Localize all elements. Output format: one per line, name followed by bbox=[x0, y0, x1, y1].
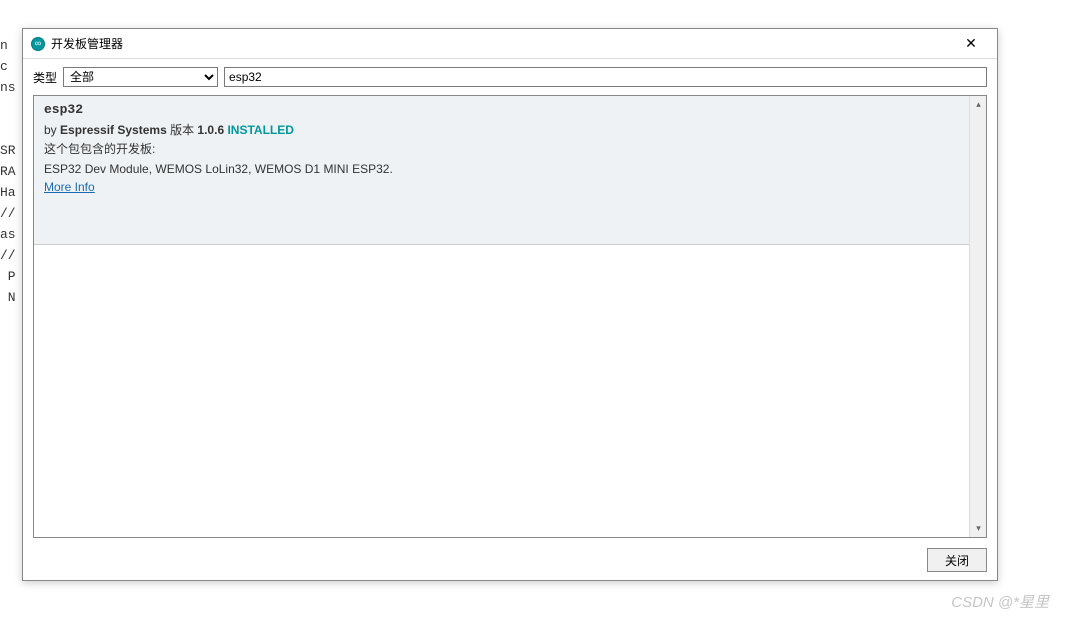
window-title: 开发板管理器 bbox=[51, 35, 951, 52]
search-input[interactable] bbox=[224, 67, 987, 87]
titlebar: 开发板管理器 ✕ bbox=[23, 29, 997, 59]
results-list: esp32 by Espressif Systems 版本 1.0.6 INST… bbox=[34, 96, 969, 537]
watermark: CSDN @*星里 bbox=[951, 591, 1049, 612]
board-byline: by Espressif Systems 版本 1.0.6 INSTALLED bbox=[44, 121, 959, 138]
boards-manager-dialog: 开发板管理器 ✕ 类型 全部 esp32 by Espressif System… bbox=[22, 28, 998, 581]
results-container: esp32 by Espressif Systems 版本 1.0.6 INST… bbox=[33, 95, 987, 538]
more-info-link[interactable]: More Info bbox=[44, 180, 95, 194]
type-select[interactable]: 全部 bbox=[63, 67, 218, 87]
board-item[interactable]: esp32 by Espressif Systems 版本 1.0.6 INST… bbox=[34, 96, 969, 245]
filter-row: 类型 全部 bbox=[23, 59, 997, 95]
board-name: esp32 bbox=[44, 102, 959, 117]
arduino-icon bbox=[31, 37, 45, 51]
results-scrollbar[interactable]: ▴ ▾ bbox=[969, 96, 986, 537]
dialog-footer: 关闭 bbox=[23, 544, 997, 580]
board-includes-label: 这个包包含的开发板: bbox=[44, 141, 959, 158]
window-close-button[interactable]: ✕ bbox=[951, 30, 991, 58]
scroll-down-icon[interactable]: ▾ bbox=[970, 520, 987, 537]
background-code: n c ns SR RA Ha // as // P N bbox=[0, 35, 16, 308]
close-button[interactable]: 关闭 bbox=[927, 548, 987, 572]
board-list: ESP32 Dev Module, WEMOS LoLin32, WEMOS D… bbox=[44, 161, 959, 178]
scroll-up-icon[interactable]: ▴ bbox=[970, 96, 987, 113]
type-label: 类型 bbox=[33, 69, 57, 86]
installed-badge: INSTALLED bbox=[227, 123, 293, 137]
